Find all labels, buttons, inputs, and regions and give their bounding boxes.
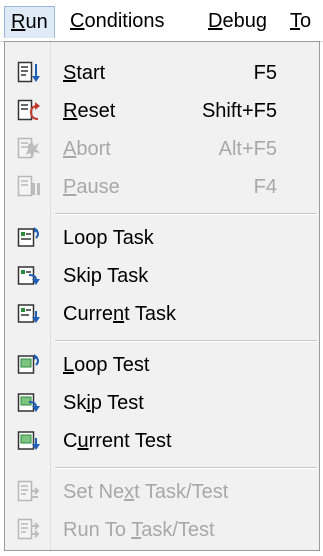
menu-item-skip-test[interactable]: Skip Test xyxy=(5,384,319,422)
menu-item-label: Skip Test xyxy=(63,392,144,414)
run-dropdown-menu: Start F5 Reset Shift+F5 Abort Alt+F5 Pau… xyxy=(4,41,320,551)
menu-item-loop-task[interactable]: Loop Task xyxy=(5,219,319,257)
menu-separator xyxy=(55,340,317,342)
menu-debug[interactable]: Debug xyxy=(202,6,273,38)
set-next-icon xyxy=(17,480,40,502)
menu-item-label: Reset xyxy=(63,100,116,122)
menu-item-abort[interactable]: Abort Alt+F5 xyxy=(5,130,319,168)
skip-task-icon xyxy=(17,266,40,285)
shortcut-text: F5 xyxy=(253,62,277,84)
menu-item-pause[interactable]: Pause F4 xyxy=(5,168,319,206)
shortcut-text: F4 xyxy=(253,176,277,198)
pause-icon xyxy=(17,175,40,197)
menu-item-skip-task[interactable]: Skip Task xyxy=(5,257,319,295)
menu-item-label: Start xyxy=(63,62,106,84)
menu-bar: Run Conditions Debug To xyxy=(0,0,323,42)
loop-task-icon xyxy=(17,227,39,247)
menu-run[interactable]: Run xyxy=(4,6,55,38)
loop-test-icon xyxy=(17,354,39,374)
current-task-icon xyxy=(17,304,40,323)
abort-icon xyxy=(17,137,40,159)
skip-test-icon xyxy=(17,393,40,412)
menu-item-label: Run To Task/Test xyxy=(63,519,215,541)
run-to-icon xyxy=(17,518,40,540)
current-test-icon xyxy=(17,431,40,450)
menu-item-reset[interactable]: Reset Shift+F5 xyxy=(5,92,319,130)
menu-item-label: Set Next Task/Test xyxy=(63,481,229,503)
menu-item-current-task[interactable]: Current Task xyxy=(5,295,319,333)
menu-item-label: Loop Test xyxy=(63,354,150,376)
reset-icon xyxy=(17,99,40,121)
menu-item-run-to-task-test[interactable]: Run To Task/Test xyxy=(5,511,319,549)
menu-item-label: Current Task xyxy=(63,303,177,325)
menu-item-current-test[interactable]: Current Test xyxy=(5,422,319,460)
menu-separator xyxy=(55,213,317,215)
menu-item-set-next-task-test[interactable]: Set Next Task/Test xyxy=(5,473,319,511)
menu-item-label: Skip Task xyxy=(63,265,149,287)
menu-item-label: Current Test xyxy=(63,430,172,452)
start-icon xyxy=(17,61,40,83)
menu-conditions[interactable]: Conditions xyxy=(64,6,171,38)
menu-tools[interactable]: To xyxy=(284,6,317,38)
menu-separator xyxy=(55,467,317,469)
menu-item-label: Loop Task xyxy=(63,227,154,249)
shortcut-text: Alt+F5 xyxy=(218,138,277,160)
menu-item-label: Abort xyxy=(63,138,111,160)
menu-item-start[interactable]: Start F5 xyxy=(5,54,319,92)
menu-item-loop-test[interactable]: Loop Test xyxy=(5,346,319,384)
menu-item-label: Pause xyxy=(63,176,120,198)
shortcut-text: Shift+F5 xyxy=(201,100,277,122)
